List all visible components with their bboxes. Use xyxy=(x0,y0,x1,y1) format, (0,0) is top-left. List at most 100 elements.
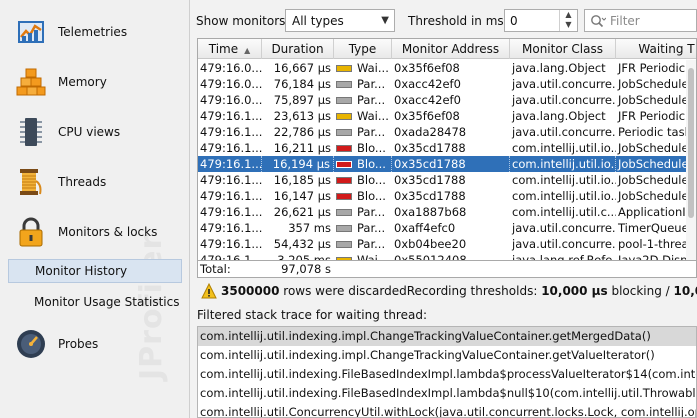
spinner-down-icon[interactable]: ▼ xyxy=(560,20,577,30)
cell-address: 0xb04bee20 xyxy=(394,237,467,251)
cell-type: Wai... xyxy=(334,108,392,124)
scrollbar-thumb[interactable] xyxy=(688,68,694,218)
sidebar-item-probes[interactable]: Probes xyxy=(0,319,189,369)
monitor-history-panel: Show monitors: All types ▼ Threshold in … xyxy=(191,0,697,418)
cell-duration: 75,897 µs xyxy=(273,93,331,107)
cell-class: com.intellij.util.io... xyxy=(512,173,616,187)
cell-class: com.intellij.util.io... xyxy=(512,189,616,203)
cell-duration: 76,184 µs xyxy=(273,77,331,91)
column-header-type[interactable]: Type xyxy=(334,39,392,59)
column-header-monitor-address[interactable]: Monitor Address xyxy=(392,39,510,59)
cell-type: Blo... xyxy=(334,156,392,172)
total-value: 97,078 s xyxy=(281,262,331,276)
sidebar-item-cpu-views[interactable]: CPU views xyxy=(0,107,189,157)
cell-time: 479:16.1... xyxy=(200,189,262,203)
sidebar-item-label: Probes xyxy=(58,337,99,351)
column-header-monitor-class[interactable]: Monitor Class xyxy=(510,39,616,59)
cell-time: 479:16.1... xyxy=(200,173,262,187)
table-row[interactable]: 479:16.0... 76,184 µs Par... 0xacc42ef0 java… xyxy=(198,76,696,92)
stack-trace-list: com.intellij.util.indexing.impl.ChangeTr… xyxy=(197,326,697,418)
table-row[interactable]: 479:16.1... 26,621 µs Par... 0xa1887b68 com.… xyxy=(198,204,697,220)
sidebar-item-memory[interactable]: Memory xyxy=(0,57,189,107)
table-row[interactable]: 479:16.1... 16,147 µs Blo... 0x35cd1788 com.… xyxy=(198,188,696,204)
chevron-down-icon: ▼ xyxy=(381,15,389,26)
probes-gauge-icon xyxy=(17,330,45,358)
threshold-value: 0 xyxy=(510,14,518,28)
cell-address: 0x35cd1788 xyxy=(394,141,466,155)
cell-waiting: JobScheduler xyxy=(616,156,696,172)
cell-class: java.util.concurre... xyxy=(512,125,616,139)
stack-frame[interactable]: com.intellij.util.indexing.FileBasedInde… xyxy=(198,365,696,384)
cell-time: 479:16.1... xyxy=(200,156,262,172)
cell-address: 0xa1887b68 xyxy=(394,205,467,219)
cell-type: Par... xyxy=(334,76,392,92)
stack-frame[interactable]: com.intellij.util.indexing.impl.ChangeTr… xyxy=(198,327,696,346)
column-header-waiting-thread[interactable]: Waiting T xyxy=(616,39,696,59)
show-monitors-dropdown[interactable]: All types ▼ xyxy=(285,9,395,32)
monitor-type-color-swatch xyxy=(336,225,352,232)
table-row[interactable]: 479:16.0... 75,897 µs Par... 0xacc42ef0 java… xyxy=(198,92,696,108)
threads-icon xyxy=(20,169,42,195)
cell-waiting: JobScheduler xyxy=(618,189,694,203)
sidebar-subitem-monitor-usage-statistics[interactable]: Monitor Usage Statistics xyxy=(8,290,182,314)
stack-frame[interactable]: com.intellij.util.indexing.FileBasedInde… xyxy=(198,384,696,403)
column-header-time[interactable]: Time ▲ xyxy=(198,39,262,59)
cell-type: Par... xyxy=(334,236,392,252)
table-row[interactable]: 479:16.0... 16,667 µs Wai... 0x35f6ef08 java… xyxy=(198,60,696,76)
sidebar-subitem-monitor-history[interactable]: Monitor History xyxy=(8,259,182,283)
cell-class: java.util.concurre... xyxy=(512,237,616,251)
show-monitors-value: All types xyxy=(292,13,344,28)
filter-input[interactable]: Filter xyxy=(584,9,697,32)
cell-duration: 16,194 µs xyxy=(262,156,334,172)
sidebar-item-label: Threads xyxy=(58,175,107,189)
monitor-type-color-swatch xyxy=(336,177,352,184)
cell-time: 479:16.1... xyxy=(200,221,262,235)
cell-waiting: JobScheduler xyxy=(618,141,694,155)
cell-address: 0xacc42ef0 xyxy=(394,77,461,91)
stack-frame[interactable]: com.intellij.util.ConcurrencyUtil.withLo… xyxy=(198,403,696,417)
cell-class: com.intellij.util.io... xyxy=(512,141,616,155)
cell-waiting: JobScheduler xyxy=(618,77,694,91)
cell-waiting: ApplicationIm xyxy=(618,205,697,219)
table-row[interactable]: 479:16.1... 23,613 µs Wai... 0x35f6ef08 java… xyxy=(198,108,696,124)
sidebar-item-threads[interactable]: Threads xyxy=(0,157,189,207)
cell-time: 479:16.0... xyxy=(200,61,262,75)
table-row[interactable]: 479:16.1... 16,194 µs Blo... 0x35cd1788 com.… xyxy=(198,156,696,172)
cell-time: 479:16.1... xyxy=(200,237,262,251)
sort-ascending-icon: ▲ xyxy=(244,46,251,55)
warning-icon xyxy=(201,283,217,299)
spinner-up-icon[interactable]: ▲ xyxy=(560,10,577,20)
table-row[interactable]: 479:16.1... 22,786 µs Par... 0xada28478 java… xyxy=(198,124,696,140)
cell-time: 479:16.0... xyxy=(200,93,262,107)
cell-duration: 54,432 µs xyxy=(273,237,331,251)
cell-type: Par... xyxy=(334,92,392,108)
threshold-spinner[interactable]: 0 ▲ ▼ xyxy=(504,9,578,32)
info-text: 3500000 rows were discardedRecording thr… xyxy=(221,284,697,298)
table-row[interactable]: 479:16.1... 16,185 µs Blo... 0x35cd1788 com.… xyxy=(198,172,696,188)
sidebar-item-monitors-locks[interactable]: Monitors & locks xyxy=(0,207,189,257)
table-row[interactable]: 479:16.1... 357 ms Par... 0xaff4efc0 java.ut… xyxy=(198,220,696,236)
cell-address: 0x35cd1788 xyxy=(394,189,466,203)
stack-frame[interactable]: com.intellij.util.indexing.impl.ChangeTr… xyxy=(198,346,696,365)
cell-address: 0x35cd1788 xyxy=(394,173,466,187)
table-row[interactable]: 479:16.1... 54,432 µs Par... 0xb04bee20 java… xyxy=(198,236,696,252)
monitor-type-color-swatch xyxy=(336,241,352,248)
threshold-label: Threshold in ms: xyxy=(408,14,508,28)
table-row[interactable]: 479:16.1... 16,211 µs Blo... 0x35cd1788 com.… xyxy=(198,140,696,156)
cell-time: 479:16.1... xyxy=(200,141,262,155)
show-monitors-label: Show monitors: xyxy=(196,14,290,28)
cell-waiting: JFR Periodic T xyxy=(618,109,696,123)
sidebar-item-telemetries[interactable]: Telemetries xyxy=(0,7,189,57)
monitor-type-color-swatch xyxy=(336,209,352,216)
cell-duration: 16,211 µs xyxy=(273,141,331,155)
monitor-type-color-swatch xyxy=(336,193,352,200)
column-header-duration[interactable]: Duration xyxy=(262,39,334,59)
waiting-threshold: 10,000 µs xyxy=(673,284,697,298)
total-label: Total: xyxy=(200,262,231,276)
table-header: Time ▲ Duration Type Monitor Address Moni… xyxy=(198,39,696,59)
table-scrollbar[interactable] xyxy=(686,60,696,260)
cell-class: java.lang.Object xyxy=(512,109,606,123)
cell-class: java.util.concurre... xyxy=(512,93,616,107)
cell-time: 479:16.1... xyxy=(200,205,262,219)
cell-address: 0xacc42ef0 xyxy=(394,93,461,107)
